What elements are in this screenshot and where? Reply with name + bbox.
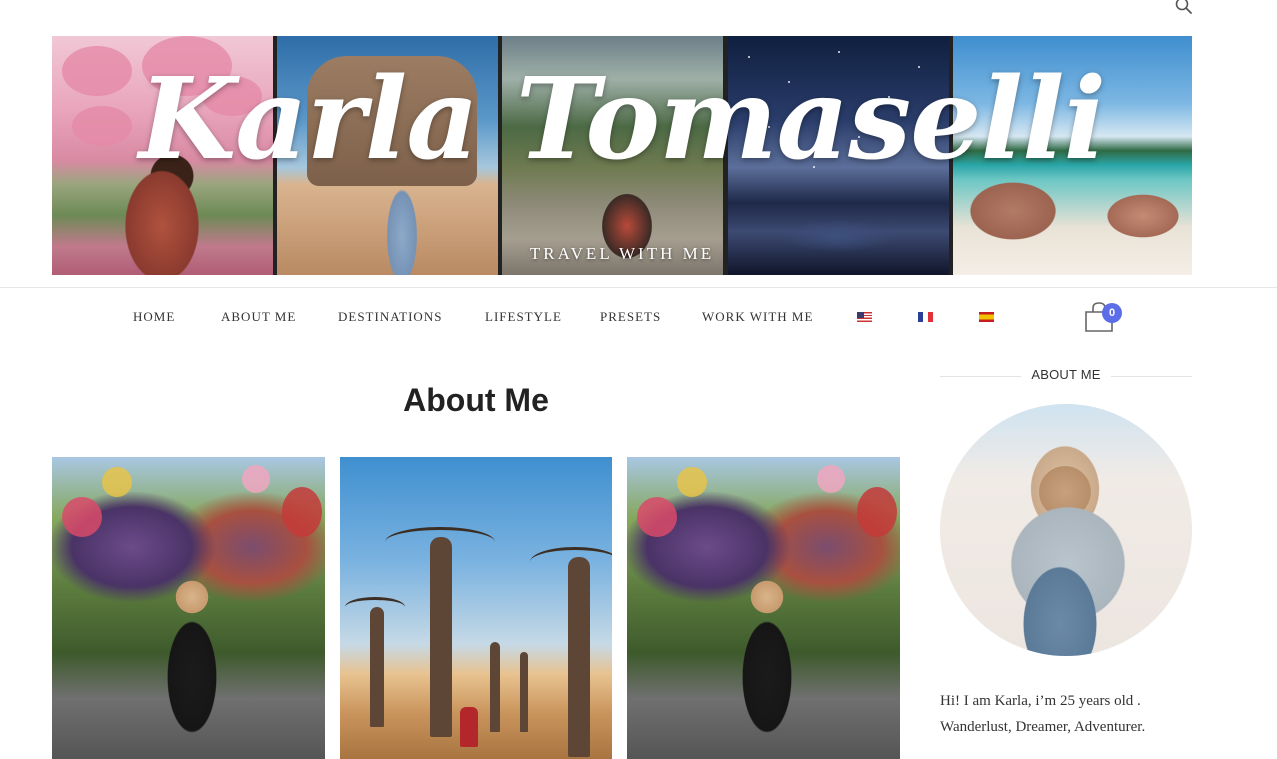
nav-item-about-me[interactable]: ABOUT ME [221,309,296,325]
site-tagline: TRAVEL WITH ME [529,244,715,263]
nav-item-lifestyle[interactable]: LIFESTYLE [485,309,562,325]
nav-item-destinations[interactable]: DESTINATIONS [338,309,442,325]
bio-line-1: Hi! I am Karla, i’m 25 years old . [940,693,1141,709]
nav-item-home[interactable]: HOME [133,309,175,325]
nav-item-work-with-me[interactable]: WORK WITH ME [702,309,813,325]
bio-line-2: Wanderlust, Dreamer, Adventurer. [940,719,1146,735]
site-title[interactable]: Karla Tomaselli [52,54,1192,185]
search-icon [1175,0,1192,14]
main-nav: HOME ABOUT ME DESTINATIONS LIFESTYLE PRE… [0,288,1277,346]
spanish-flag-icon[interactable] [979,312,994,322]
page-title: About Me [403,382,549,418]
sidebar-profile-photo [940,404,1192,656]
search-button[interactable] [1174,0,1194,16]
cart-count-badge: 0 [1102,303,1122,323]
french-flag-icon[interactable] [918,312,933,322]
english-flag-icon[interactable] [857,312,872,322]
gallery-photo-baobab-avenue[interactable] [340,457,612,759]
sidebar-bio: Hi! I am Karla, i’m 25 years old . Wande… [940,688,1192,740]
nav-item-presets[interactable]: PRESETS [600,309,661,325]
sidebar-about-heading: ABOUT ME [940,367,1192,385]
gallery-photo-flower-garden-2[interactable] [627,457,900,759]
gallery-photo-flower-garden-1[interactable] [52,457,325,759]
header-banner[interactable]: Karla Tomaselli TRAVEL WITH ME [52,36,1192,275]
sidebar-heading-text: ABOUT ME [1021,367,1111,382]
